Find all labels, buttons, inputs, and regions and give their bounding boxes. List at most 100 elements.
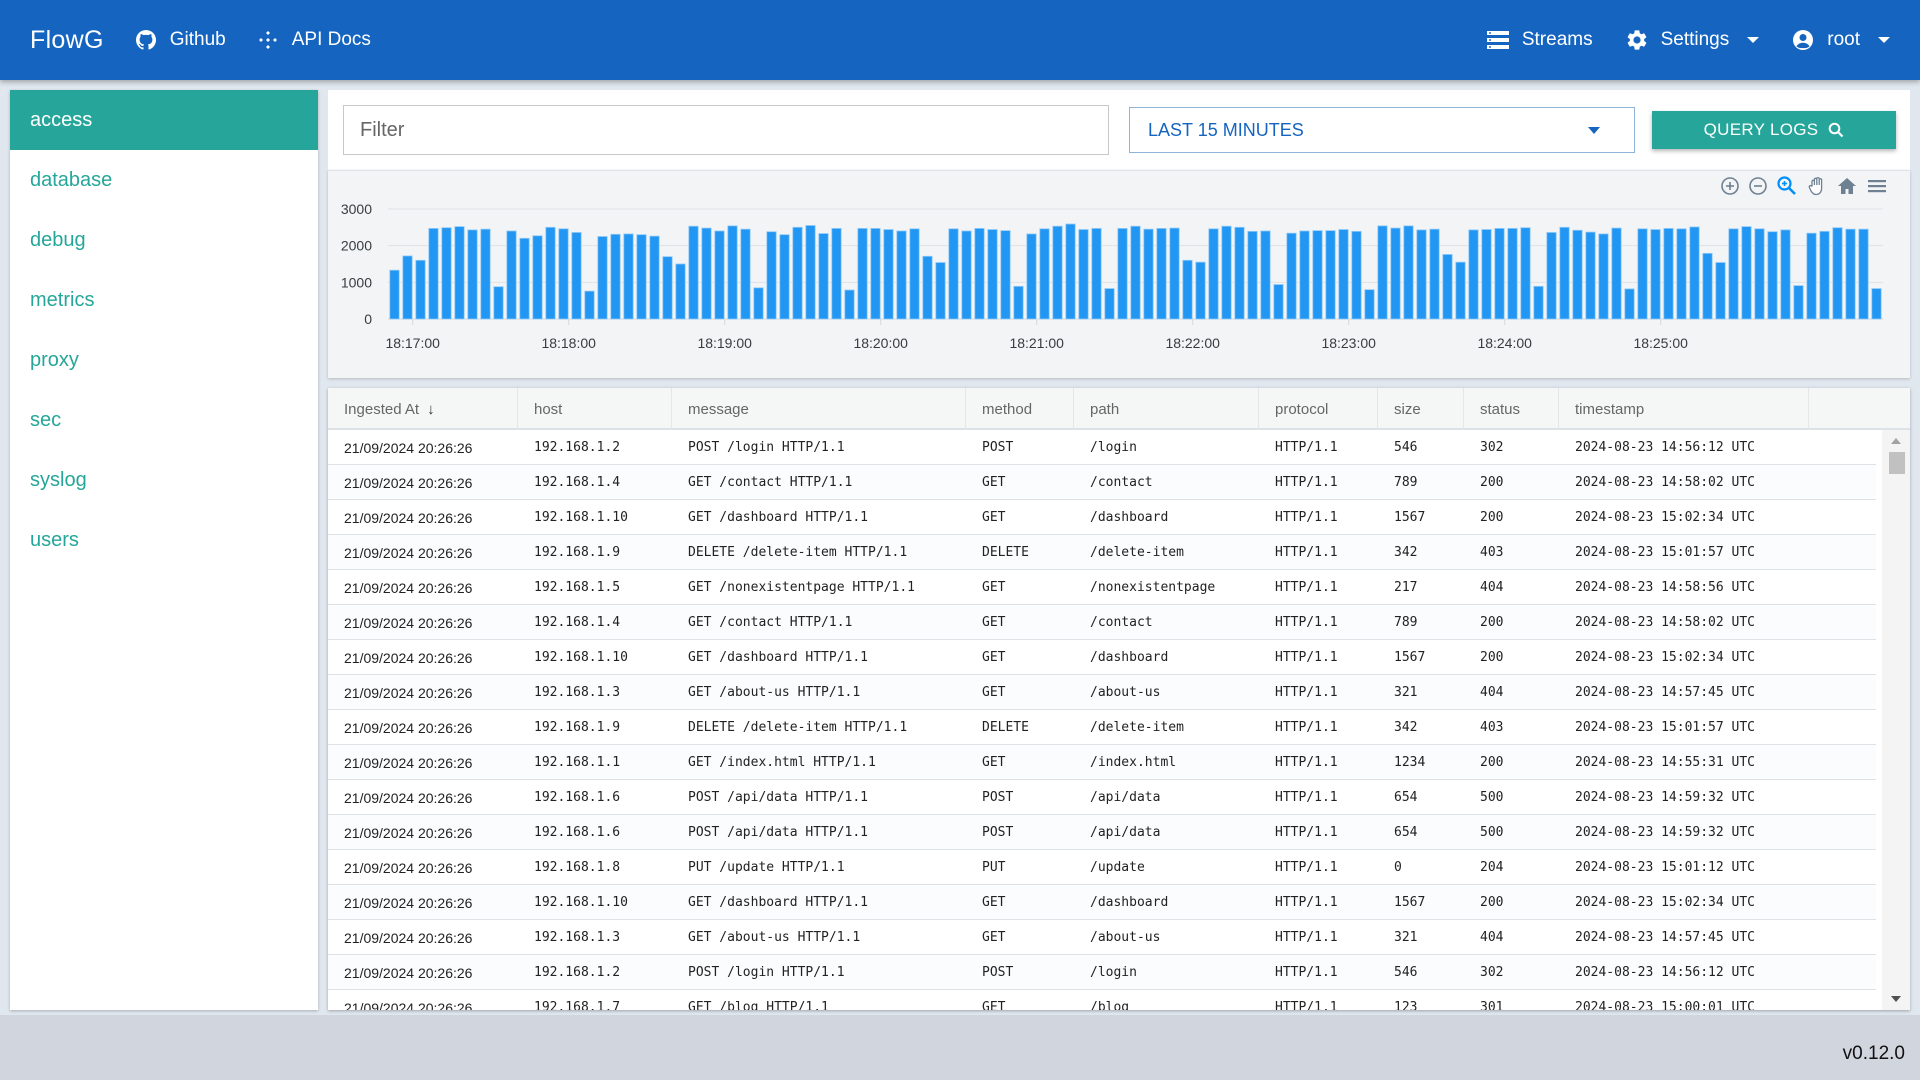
table-row[interactable]: 21/09/2024 20:26:26 192.168.1.3 GET /about… <box>328 675 1876 710</box>
brand-logo[interactable]: FlowG <box>30 26 104 55</box>
histogram-bar[interactable] <box>1364 289 1375 320</box>
reset-home-icon[interactable] <box>1836 175 1858 197</box>
histogram-bar[interactable] <box>1325 230 1336 320</box>
histogram-bar[interactable] <box>714 230 725 320</box>
histogram-bar[interactable] <box>1039 228 1050 320</box>
histogram-bar[interactable] <box>1052 225 1063 320</box>
histogram-bar[interactable] <box>1429 228 1440 320</box>
table-scrollbar[interactable] <box>1882 430 1910 1010</box>
sidebar-item-access[interactable]: access <box>10 90 318 150</box>
histogram-bar[interactable] <box>1767 231 1778 320</box>
filter-input[interactable] <box>343 105 1109 155</box>
histogram-bar[interactable] <box>701 227 712 320</box>
table-row[interactable]: 21/09/2024 20:26:26 192.168.1.7 GET /blog … <box>328 990 1876 1011</box>
histogram-bar[interactable] <box>571 232 582 320</box>
column-header-size[interactable]: size <box>1378 388 1464 430</box>
histogram-bar[interactable] <box>896 230 907 320</box>
sort-arrow-down-icon[interactable]: ↓ <box>427 401 435 418</box>
histogram-bar[interactable] <box>558 228 569 320</box>
zoom-in-icon[interactable] <box>1720 176 1740 196</box>
column-header-method[interactable]: method <box>966 388 1074 430</box>
column-header-message[interactable]: message <box>672 388 966 430</box>
histogram-bar[interactable] <box>1169 227 1180 320</box>
histogram-bar[interactable] <box>428 228 439 320</box>
pan-icon[interactable] <box>1806 175 1828 197</box>
histogram-bar[interactable] <box>883 229 894 320</box>
histogram-bar[interactable] <box>1871 288 1882 320</box>
histogram-bar[interactable] <box>1806 232 1817 320</box>
sidebar-item-users[interactable]: users <box>10 510 318 570</box>
table-row[interactable]: 21/09/2024 20:26:26 192.168.1.10 GET /dash… <box>328 885 1876 920</box>
sidebar-item-sec[interactable]: sec <box>10 390 318 450</box>
histogram-bar[interactable] <box>1156 228 1167 320</box>
histogram-bar[interactable] <box>818 233 829 320</box>
histogram-bar[interactable] <box>1845 228 1856 320</box>
histogram-bar[interactable] <box>1585 231 1596 320</box>
selection-zoom-icon[interactable] <box>1776 175 1798 197</box>
table-row[interactable]: 21/09/2024 20:26:26 192.168.1.9 DELETE /de… <box>328 535 1876 570</box>
histogram-bar[interactable] <box>1026 233 1037 320</box>
settings-menu[interactable]: Settings <box>1625 28 1760 52</box>
histogram-bar[interactable] <box>831 228 842 320</box>
histogram-bar[interactable] <box>1351 230 1362 320</box>
histogram-bar[interactable] <box>675 263 686 320</box>
histogram-bar[interactable] <box>1650 229 1661 320</box>
menu-icon[interactable] <box>1866 175 1888 197</box>
histogram-bar[interactable] <box>584 290 595 320</box>
github-link[interactable]: Github <box>134 28 226 52</box>
histogram-bar[interactable] <box>1130 225 1141 320</box>
histogram-bar[interactable] <box>1793 285 1804 320</box>
histogram-bar[interactable] <box>935 262 946 320</box>
table-row[interactable]: 21/09/2024 20:26:26 192.168.1.6 POST /api/… <box>328 815 1876 850</box>
column-header-path[interactable]: path <box>1074 388 1259 430</box>
histogram-bar[interactable] <box>1481 229 1492 320</box>
histogram-bar[interactable] <box>1780 229 1791 320</box>
histogram-bar[interactable] <box>415 259 426 320</box>
scroll-down-icon[interactable] <box>1891 996 1901 1002</box>
column-header-protocol[interactable]: protocol <box>1259 388 1378 430</box>
histogram-bar[interactable] <box>441 227 452 320</box>
histogram-bar[interactable] <box>1143 228 1154 320</box>
column-header-host[interactable]: host <box>518 388 672 430</box>
scroll-thumb[interactable] <box>1889 452 1905 474</box>
histogram-bar[interactable] <box>1468 229 1479 320</box>
histogram-bar[interactable] <box>519 237 530 320</box>
histogram-bar[interactable] <box>805 225 816 320</box>
histogram-bar[interactable] <box>1117 228 1128 320</box>
histogram-bar[interactable] <box>1598 233 1609 320</box>
table-row[interactable]: 21/09/2024 20:26:26 192.168.1.2 POST /logi… <box>328 955 1876 990</box>
histogram-bar[interactable] <box>922 255 933 320</box>
histogram-bar[interactable] <box>1338 229 1349 320</box>
histogram-bar[interactable] <box>1572 229 1583 320</box>
histogram-bar[interactable] <box>1455 261 1466 320</box>
histogram-bar[interactable] <box>961 230 972 320</box>
histogram-bar[interactable] <box>1403 225 1414 320</box>
sidebar-item-proxy[interactable]: proxy <box>10 330 318 390</box>
histogram-bar[interactable] <box>623 233 634 320</box>
table-row[interactable]: 21/09/2024 20:26:26 192.168.1.4 GET /conta… <box>328 465 1876 500</box>
histogram-bar[interactable] <box>688 225 699 320</box>
table-row[interactable]: 21/09/2024 20:26:26 192.168.1.1 GET /index… <box>328 745 1876 780</box>
histogram-bar[interactable] <box>740 228 751 320</box>
histogram-bar[interactable] <box>1312 230 1323 320</box>
histogram-bar[interactable] <box>1299 230 1310 320</box>
streams-link[interactable]: Streams <box>1486 29 1593 51</box>
histogram-bar[interactable] <box>389 269 400 320</box>
table-row[interactable]: 21/09/2024 20:26:26 192.168.1.10 GET /dash… <box>328 640 1876 675</box>
histogram-bar[interactable] <box>779 234 790 320</box>
histogram-bar[interactable] <box>1390 227 1401 320</box>
histogram-bar[interactable] <box>1234 226 1245 320</box>
histogram-bar[interactable] <box>1013 285 1024 320</box>
table-row[interactable]: 21/09/2024 20:26:26 192.168.1.5 GET /nonex… <box>328 570 1876 605</box>
histogram-bar[interactable] <box>1559 226 1570 320</box>
histogram-bar[interactable] <box>1754 228 1765 320</box>
histogram-bar[interactable] <box>1078 229 1089 320</box>
histogram-bar[interactable] <box>1533 285 1544 320</box>
histogram-bar[interactable] <box>1728 228 1739 320</box>
histogram-bar[interactable] <box>467 229 478 320</box>
histogram-bar[interactable] <box>649 235 660 320</box>
table-row[interactable]: 21/09/2024 20:26:26 192.168.1.4 GET /conta… <box>328 605 1876 640</box>
sidebar-item-metrics[interactable]: metrics <box>10 270 318 330</box>
histogram-bar[interactable] <box>480 228 491 320</box>
histogram-bar[interactable] <box>1819 230 1830 320</box>
